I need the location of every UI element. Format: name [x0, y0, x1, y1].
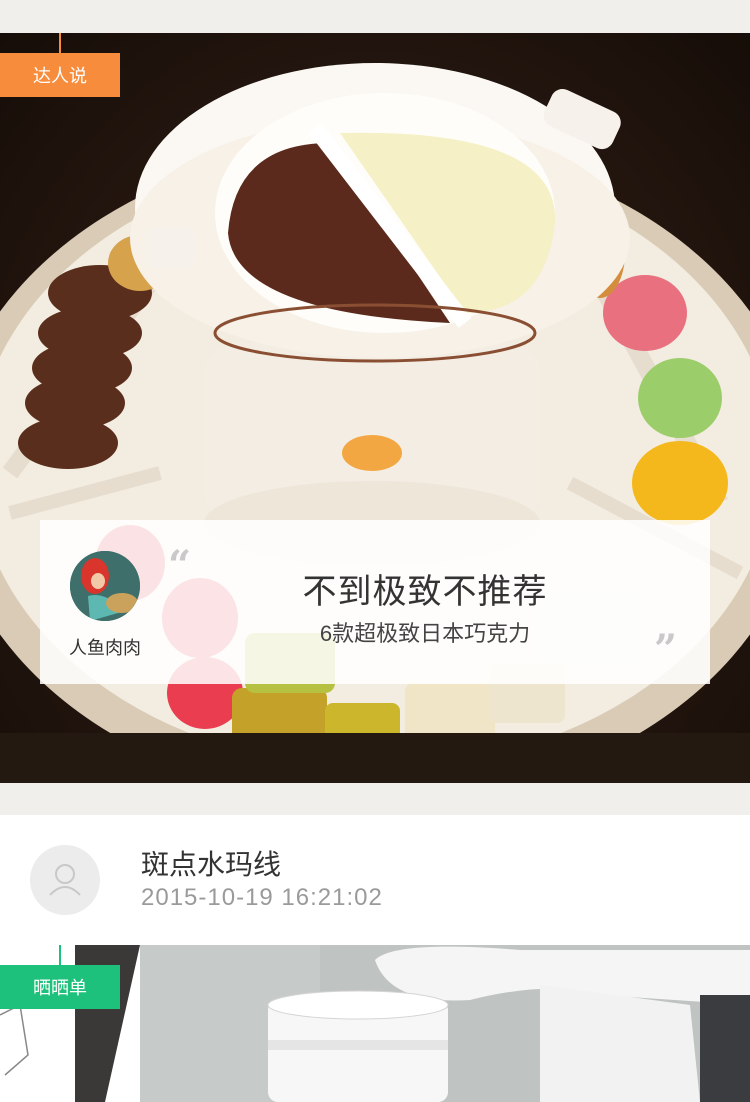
default-user-icon — [49, 864, 81, 896]
quote-panel[interactable]: 人鱼肉肉 “ 不到极致不推荐 6款超极致日本巧克力 ” — [40, 520, 710, 684]
post-timestamp: 2015-10-19 16:21:02 — [141, 884, 383, 911]
expert-recommendation-card[interactable]: 达人说 人鱼肉肉 “ 不到极致不推荐 6款超极致日本巧克力 ” — [0, 33, 750, 783]
post-header[interactable]: 斑点水玛线 2015-10-19 16:21:02 — [0, 815, 750, 945]
top-spacer — [0, 0, 750, 33]
tag-marker-line — [59, 945, 61, 965]
expert-says-tag[interactable]: 达人说 — [0, 53, 120, 97]
tag-marker-line — [59, 33, 61, 53]
section-divider — [0, 783, 750, 815]
show-order-card[interactable]: 晒晒单 — [0, 945, 750, 1102]
subheadline: 6款超极致日本巧克力 — [319, 621, 531, 646]
close-quote-icon: ” — [654, 626, 678, 673]
user-name[interactable]: 斑点水玛线 — [141, 843, 281, 883]
author-avatar[interactable] — [70, 551, 140, 621]
show-order-tag[interactable]: 晒晒单 — [0, 965, 120, 1009]
user-avatar[interactable] — [30, 845, 100, 915]
headline: 不到极致不推荐 — [302, 573, 548, 611]
author-name[interactable]: 人鱼肉肉 — [40, 634, 170, 660]
